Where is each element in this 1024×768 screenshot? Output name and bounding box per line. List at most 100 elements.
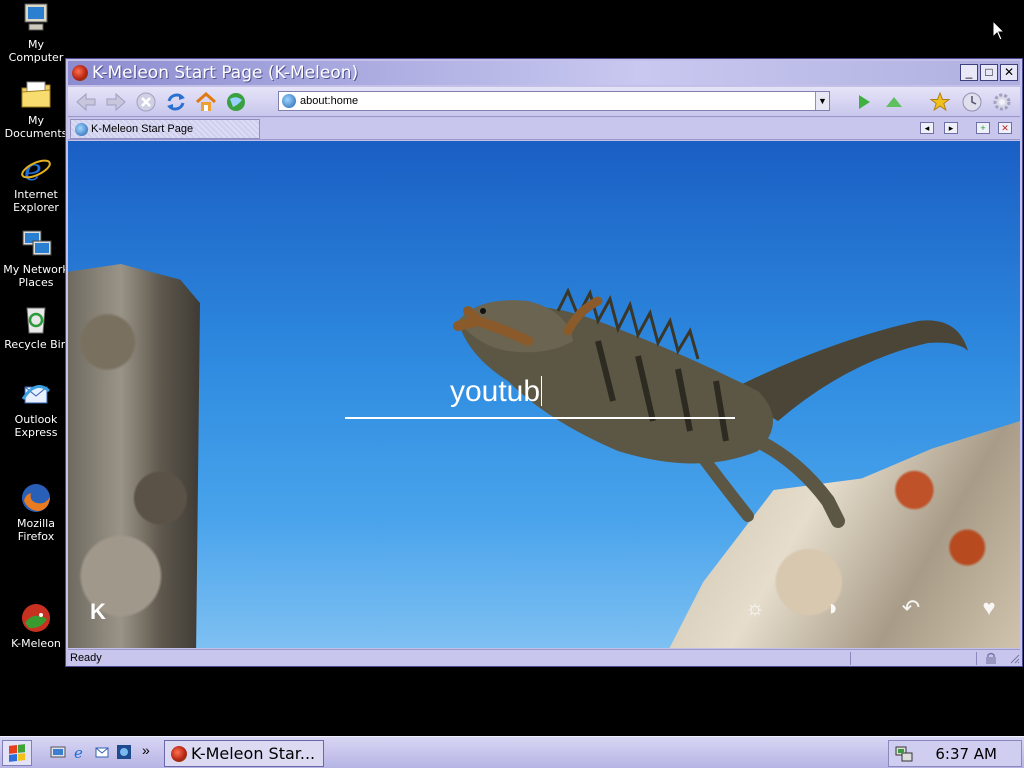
- title-bar[interactable]: K-Meleon Start Page (K-Meleon) _ □ ✕: [68, 61, 1020, 85]
- undo-button[interactable]: ↶: [898, 595, 924, 621]
- desktop-icon-my-documents[interactable]: My Documents: [0, 78, 72, 140]
- settings-button[interactable]: [990, 90, 1014, 114]
- reload-icon: [167, 93, 185, 110]
- theme-button[interactable]: ◑: [818, 595, 844, 621]
- browser-window: K-Meleon Start Page (K-Meleon) _ □ ✕ abo…: [65, 58, 1023, 667]
- clock[interactable]: 6:37 AM: [935, 745, 997, 763]
- back-button[interactable]: [74, 90, 98, 114]
- tab-prev-button[interactable]: ◂: [920, 122, 934, 134]
- search-input[interactable]: youtub: [346, 375, 646, 411]
- favorite-button[interactable]: ♥: [976, 595, 1002, 621]
- url-text[interactable]: about:home: [300, 95, 815, 107]
- reload-button[interactable]: [164, 90, 188, 114]
- desktop-icon-my-computer[interactable]: My Computer: [0, 2, 72, 64]
- rock-left-image: [68, 264, 200, 648]
- plus-icon: +: [980, 123, 986, 133]
- bookmarks-button[interactable]: [928, 90, 952, 114]
- desktop-icon-label: K-Meleon: [11, 637, 61, 650]
- k-meleon-k-logo[interactable]: K: [90, 599, 106, 625]
- history-button[interactable]: [960, 90, 984, 114]
- quicklaunch-internet-explorer-icon[interactable]: e: [72, 744, 88, 760]
- taskbar-button-label: K-Meleon Star...: [191, 744, 316, 763]
- minimize-button[interactable]: _: [960, 64, 978, 81]
- tab-next-button[interactable]: ▸: [944, 122, 958, 134]
- close-tab-button[interactable]: ✕: [998, 122, 1012, 134]
- home-icon: [196, 91, 216, 111]
- heart-icon: ♥: [982, 595, 996, 620]
- page-content: youtub K ☼ ◑ ↶ ♥: [68, 141, 1020, 648]
- system-tray: 6:37 AM: [888, 740, 1022, 767]
- desktop-icon-internet-explorer[interactable]: e Internet Explorer: [0, 152, 72, 214]
- status-divider: [850, 652, 851, 665]
- status-text: Ready: [70, 652, 102, 664]
- search-text: youtub: [449, 375, 541, 408]
- desktop-icon-outlook-express[interactable]: Outlook Express: [0, 377, 72, 439]
- up-button[interactable]: [882, 90, 906, 114]
- recycle-bin-icon: [19, 302, 53, 336]
- close-button[interactable]: ✕: [1000, 64, 1018, 81]
- clock-icon: [962, 92, 982, 112]
- desktop-icon-my-network-places[interactable]: My Network Places: [0, 227, 72, 289]
- folder-icon: [19, 78, 53, 112]
- go-button[interactable]: [852, 90, 876, 114]
- tab-globe-icon: [75, 122, 88, 136]
- status-divider: [976, 652, 977, 665]
- tab-bar: K-Meleon Start Page ◂ ▸ + ✕: [68, 118, 1020, 140]
- home-button[interactable]: [194, 90, 218, 114]
- desktop-icon-label: Outlook Express: [14, 413, 58, 439]
- quicklaunch-media-icon[interactable]: [116, 744, 132, 760]
- desktop-icon-label: Internet Explorer: [13, 188, 59, 214]
- maximize-button[interactable]: □: [980, 64, 998, 81]
- svg-text:e: e: [74, 744, 83, 760]
- tab-next-icon: ▸: [948, 123, 954, 133]
- windows-logo-icon: [9, 744, 25, 762]
- tab-label: K-Meleon Start Page: [91, 123, 194, 135]
- tab-prev-icon: ◂: [924, 123, 930, 133]
- quicklaunch-overflow-chevron[interactable]: »: [142, 742, 150, 758]
- url-bar[interactable]: about:home ▼: [278, 91, 830, 111]
- firefox-icon: [19, 481, 53, 515]
- desktop-icon-label: My Network Places: [3, 263, 69, 289]
- desktop-icon-label: My Computer: [8, 38, 64, 64]
- contrast-icon: ◑: [824, 595, 838, 620]
- play-icon: [859, 95, 870, 109]
- text-caret: [541, 376, 543, 406]
- sun-icon: ☼: [744, 595, 766, 620]
- stop-button[interactable]: [134, 90, 158, 114]
- svg-text:e: e: [24, 153, 42, 186]
- url-dropdown-button[interactable]: ▼: [815, 92, 829, 110]
- k-meleon-icon: [19, 601, 53, 635]
- outlook-express-icon: [19, 377, 53, 411]
- search-underline: [345, 417, 735, 419]
- forward-arrow-icon: [106, 92, 126, 111]
- network-icon: [19, 227, 53, 261]
- k-meleon-logo-icon: [171, 745, 187, 762]
- status-bar: Ready: [68, 649, 1020, 666]
- network-tray-icon[interactable]: [895, 745, 913, 763]
- new-tab-button[interactable]: +: [976, 122, 990, 134]
- go-site-button[interactable]: [224, 90, 248, 114]
- lock-icon: [986, 652, 996, 664]
- page-globe-icon: [282, 94, 296, 108]
- gear-icon: [993, 93, 1011, 111]
- globe-icon: [227, 92, 245, 111]
- desktop-icon-mozilla-firefox[interactable]: Mozilla Firefox: [0, 481, 72, 543]
- resize-grip-icon[interactable]: [1008, 652, 1020, 664]
- tab-k-meleon-start-page[interactable]: K-Meleon Start Page: [70, 119, 260, 139]
- brightness-button[interactable]: ☼: [742, 595, 768, 621]
- quicklaunch-outlook-icon[interactable]: [94, 744, 110, 760]
- back-arrow-icon: [76, 92, 96, 111]
- desktop-icon-k-meleon[interactable]: K-Meleon: [0, 601, 72, 650]
- navigation-toolbar: about:home ▼: [68, 87, 1020, 117]
- internet-explorer-icon: e: [19, 152, 53, 188]
- close-icon: ✕: [1001, 123, 1009, 133]
- desktop-icon-recycle-bin[interactable]: Recycle Bin: [0, 302, 72, 351]
- desktop-icon-label: Mozilla Firefox: [17, 517, 55, 543]
- desktop-icon-label: My Documents: [4, 114, 68, 140]
- forward-button[interactable]: [104, 90, 128, 114]
- quicklaunch-desktop-icon[interactable]: [50, 744, 66, 760]
- start-button[interactable]: [2, 740, 32, 766]
- computer-icon: [19, 2, 53, 36]
- k-meleon-logo-icon: [72, 65, 88, 81]
- taskbar-button-k-meleon[interactable]: K-Meleon Star...: [164, 740, 324, 767]
